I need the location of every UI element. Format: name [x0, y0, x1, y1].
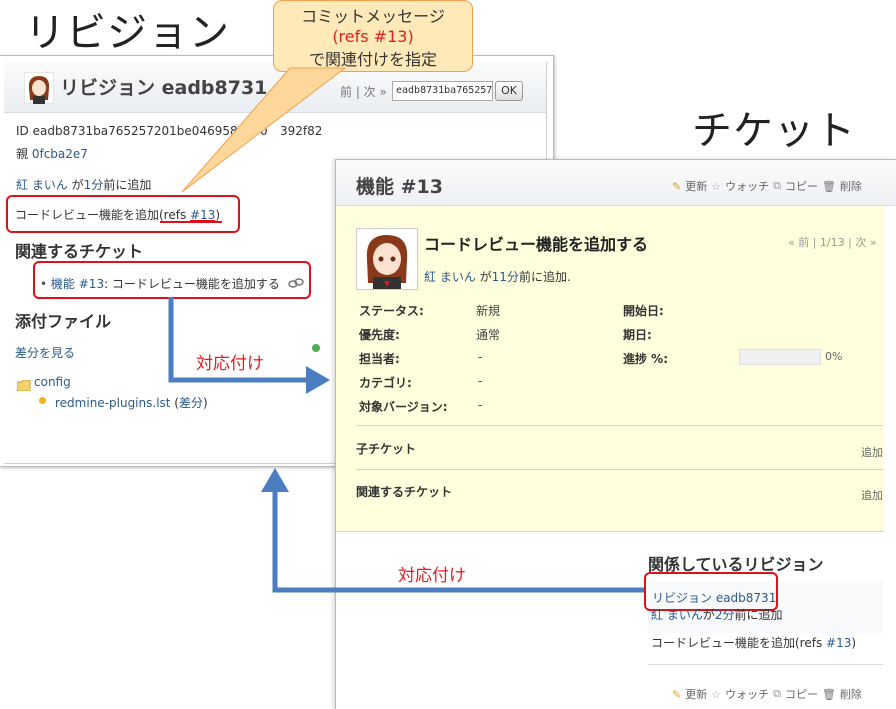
arrow-head-right — [306, 366, 330, 394]
annotation-arrows — [168, 297, 644, 593]
link-label-1: 対応付け — [196, 354, 264, 374]
link-label-2: 対応付け — [398, 566, 466, 586]
arrow-head-up — [261, 468, 289, 492]
